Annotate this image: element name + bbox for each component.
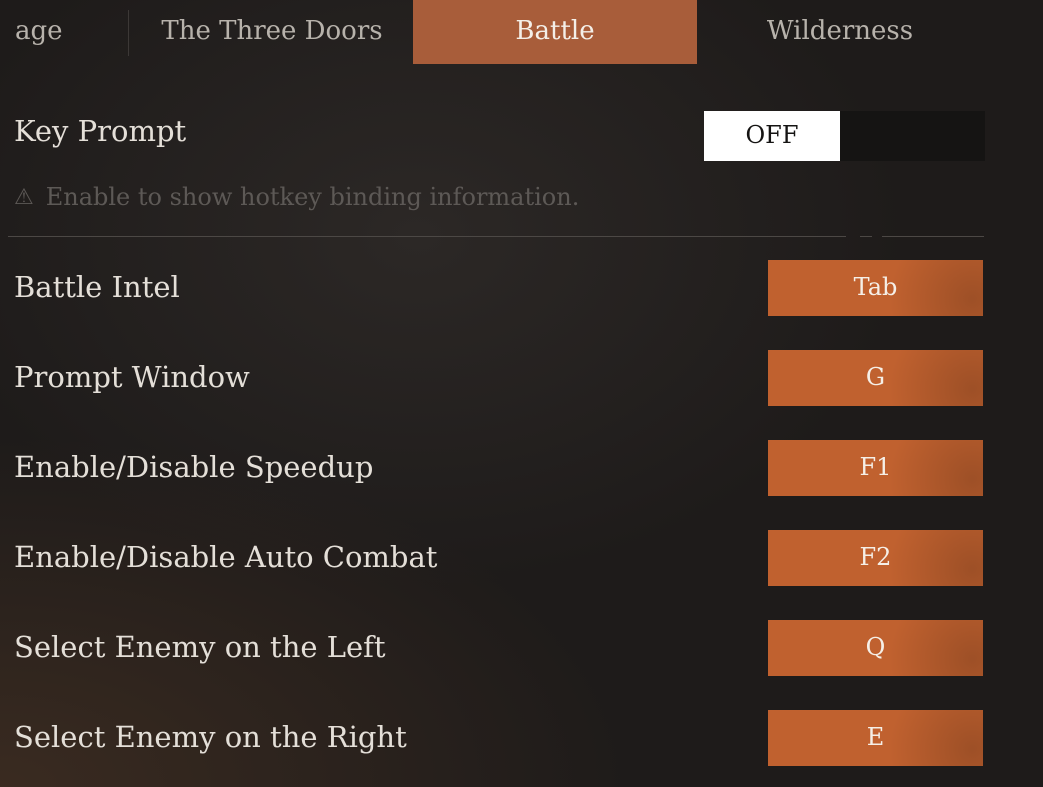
binding-label: Battle Intel xyxy=(14,270,180,304)
key-binding-button[interactable]: F1 xyxy=(768,440,983,496)
key-binding-button[interactable]: G xyxy=(768,350,983,406)
binding-label: Enable/Disable Speedup xyxy=(14,450,374,484)
key-binding-button[interactable]: F2 xyxy=(768,530,983,586)
binding-label: Prompt Window xyxy=(14,360,250,394)
section-divider-dash xyxy=(860,236,872,237)
toggle-state: OFF xyxy=(704,111,840,161)
binding-label: Select Enemy on the Left xyxy=(14,630,386,664)
tab-wilderness[interactable]: Wilderness xyxy=(700,0,980,64)
key-binding-button[interactable]: Tab xyxy=(768,260,983,316)
tab-the-three-doors[interactable]: The Three Doors xyxy=(132,0,412,64)
key-prompt-toggle[interactable]: OFF xyxy=(704,111,985,161)
hint-text: Enable to show hotkey binding informatio… xyxy=(45,183,580,211)
binding-label: Select Enemy on the Right xyxy=(14,720,407,754)
warning-triangle-icon: ⚠ xyxy=(14,185,34,210)
key-binding-button[interactable]: Q xyxy=(768,620,983,676)
key-prompt-label: Key Prompt xyxy=(14,114,187,148)
section-divider xyxy=(8,236,846,237)
section-divider-end xyxy=(882,236,984,237)
key-binding-button[interactable]: E xyxy=(768,710,983,766)
tab-battle[interactable]: Battle xyxy=(413,0,697,64)
tab-page[interactable]: age xyxy=(15,0,75,64)
tab-divider xyxy=(128,10,129,56)
key-prompt-hint: ⚠ Enable to show hotkey binding informati… xyxy=(14,183,579,211)
tab-bar: age The Three Doors Battle Wilderness xyxy=(0,0,1043,64)
binding-label: Enable/Disable Auto Combat xyxy=(14,540,438,574)
